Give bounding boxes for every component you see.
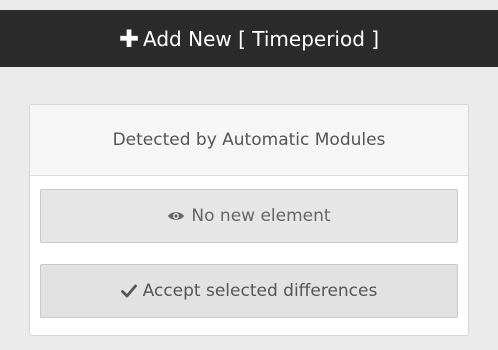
add-new-button[interactable]: ✚ Add New [ Timeperiod ]: [0, 10, 498, 67]
accept-selected-differences-label: Accept selected differences: [142, 281, 378, 301]
automatic-modules-panel: Detected by Automatic Modules No new ele…: [29, 104, 469, 336]
eye-icon: [167, 210, 185, 222]
check-icon: [120, 284, 137, 298]
plus-icon: ✚: [118, 24, 140, 53]
panel-title: Detected by Automatic Modules: [30, 105, 468, 176]
no-new-element-indicator: No new element: [40, 189, 458, 243]
no-new-element-label: No new element: [191, 206, 331, 226]
add-new-label: Add New [ Timeperiod ]: [143, 26, 380, 51]
accept-selected-differences-button[interactable]: Accept selected differences: [40, 264, 458, 318]
